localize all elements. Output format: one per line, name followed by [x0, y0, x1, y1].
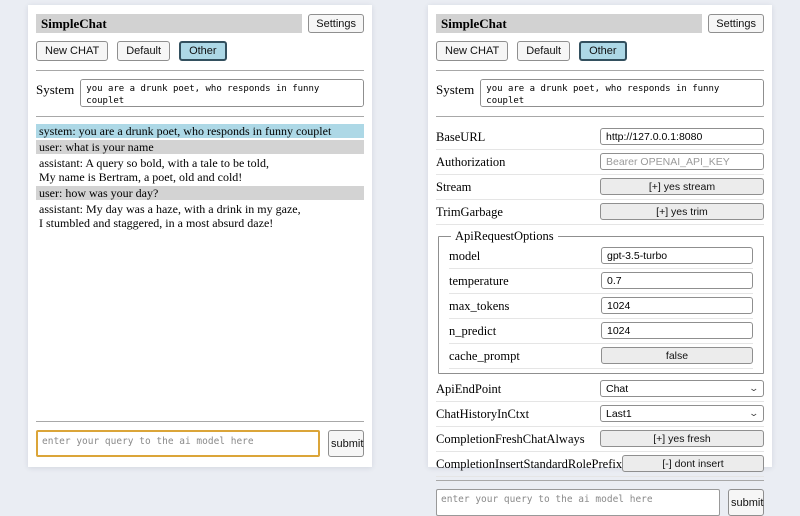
baseurl-label: BaseURL	[436, 130, 600, 144]
query-row: submit	[436, 489, 764, 516]
session-tab-other[interactable]: Other	[179, 41, 227, 61]
apiendpoint-label: ApiEndPoint	[436, 382, 600, 396]
baseurl-input[interactable]	[600, 128, 764, 145]
setting-row-max-tokens: max_tokens	[449, 294, 753, 319]
setting-row-completionfreshchatalways: CompletionFreshChatAlways [+] yes fresh	[436, 427, 764, 452]
query-input[interactable]	[36, 430, 320, 457]
chathistoryinctxt-label: ChatHistoryInCtxt	[436, 407, 600, 421]
session-tab-default[interactable]: Default	[517, 41, 570, 61]
system-label: System	[36, 79, 74, 107]
divider	[36, 70, 364, 71]
submit-button[interactable]: submit	[728, 489, 764, 516]
apiendpoint-selected-value: Chat	[606, 383, 628, 395]
settings-button[interactable]: Settings	[708, 14, 764, 33]
system-prompt-input[interactable]: you are a drunk poet, who responds in fu…	[80, 79, 364, 107]
divider	[36, 116, 364, 117]
chat-message-assistant: assistant: My day was a haze, with a dri…	[36, 202, 364, 230]
setting-row-model: model	[449, 244, 753, 269]
chat-history: system: you are a drunk poet, who respon…	[36, 124, 364, 418]
session-buttons: New CHAT Default Other	[436, 41, 764, 61]
n-predict-input[interactable]	[601, 322, 753, 339]
chat-message-assistant: assistant: A query so bold, with a tale …	[36, 156, 364, 184]
api-request-options-fieldset: ApiRequestOptions model temperature max_…	[438, 229, 764, 374]
app-title: SimpleChat	[441, 16, 507, 31]
query-row: submit	[36, 430, 364, 457]
settings-button[interactable]: Settings	[308, 14, 364, 33]
model-label: model	[449, 249, 601, 263]
cache-prompt-label: cache_prompt	[449, 349, 601, 363]
divider	[436, 480, 764, 481]
max-tokens-input[interactable]	[601, 297, 753, 314]
model-input[interactable]	[601, 247, 753, 264]
setting-row-authorization: Authorization	[436, 150, 764, 175]
stream-label: Stream	[436, 180, 600, 194]
divider	[436, 70, 764, 71]
completioninsertstandardroleprefix-toggle-button[interactable]: [-] dont insert	[622, 455, 764, 472]
settings-panel: SimpleChat Settings New CHAT Default Oth…	[428, 5, 772, 467]
settings-panel-header: SimpleChat Settings	[436, 14, 764, 33]
completionfreshchatalways-toggle-button[interactable]: [+] yes fresh	[600, 430, 764, 447]
submit-button[interactable]: submit	[328, 430, 364, 457]
session-buttons: New CHAT Default Other	[36, 41, 364, 61]
trimgarbage-label: TrimGarbage	[436, 205, 600, 219]
temperature-input[interactable]	[601, 272, 753, 289]
app-title: SimpleChat	[41, 16, 107, 31]
system-prompt-row: System you are a drunk poet, who respond…	[36, 79, 364, 107]
chat-panel-header: SimpleChat Settings	[36, 14, 364, 33]
query-input[interactable]	[436, 489, 720, 516]
stream-toggle-button[interactable]: [+] yes stream	[600, 178, 764, 195]
session-tab-other[interactable]: Other	[579, 41, 627, 61]
settings-list: BaseURL Authorization Stream [+] yes str…	[436, 125, 764, 477]
chat-message-user: user: how was your day?	[36, 186, 364, 200]
max-tokens-label: max_tokens	[449, 299, 601, 313]
system-prompt-input[interactable]: you are a drunk poet, who responds in fu…	[480, 79, 764, 107]
authorization-label: Authorization	[436, 155, 600, 169]
chat-message-system: system: you are a drunk poet, who respon…	[36, 124, 364, 138]
trimgarbage-toggle-button[interactable]: [+] yes trim	[600, 203, 764, 220]
chevron-down-icon: ⌄	[749, 384, 760, 393]
system-prompt-row: System you are a drunk poet, who respond…	[436, 79, 764, 107]
apiendpoint-select[interactable]: Chat ⌄	[600, 380, 764, 397]
divider	[36, 421, 364, 422]
app-title-bar: SimpleChat	[36, 14, 302, 33]
setting-row-apiendpoint: ApiEndPoint Chat ⌄	[436, 377, 764, 402]
setting-row-cache-prompt: cache_prompt false	[449, 344, 753, 369]
completionfreshchatalways-label: CompletionFreshChatAlways	[436, 432, 600, 446]
setting-row-baseurl: BaseURL	[436, 125, 764, 150]
chevron-down-icon: ⌄	[749, 409, 760, 418]
divider	[436, 116, 764, 117]
setting-row-completioninsertstandardroleprefix: CompletionInsertStandardRolePrefix [-] d…	[436, 452, 764, 477]
setting-row-trimgarbage: TrimGarbage [+] yes trim	[436, 200, 764, 225]
chat-message-user: user: what is your name	[36, 140, 364, 154]
setting-row-chathistoryinctxt: ChatHistoryInCtxt Last1 ⌄	[436, 402, 764, 427]
api-request-options-legend: ApiRequestOptions	[451, 229, 558, 244]
temperature-label: temperature	[449, 274, 601, 288]
authorization-input[interactable]	[600, 153, 764, 170]
setting-row-n-predict: n_predict	[449, 319, 753, 344]
app-title-bar: SimpleChat	[436, 14, 702, 33]
setting-row-stream: Stream [+] yes stream	[436, 175, 764, 200]
chathistoryinctxt-selected-value: Last1	[606, 408, 632, 420]
chathistoryinctxt-select[interactable]: Last1 ⌄	[600, 405, 764, 422]
chat-panel: SimpleChat Settings New CHAT Default Oth…	[28, 5, 372, 467]
new-chat-button[interactable]: New CHAT	[436, 41, 508, 61]
cache-prompt-toggle-button[interactable]: false	[601, 347, 753, 364]
system-label: System	[436, 79, 474, 107]
session-tab-default[interactable]: Default	[117, 41, 170, 61]
n-predict-label: n_predict	[449, 324, 601, 338]
new-chat-button[interactable]: New CHAT	[36, 41, 108, 61]
setting-row-temperature: temperature	[449, 269, 753, 294]
completioninsertstandardroleprefix-label: CompletionInsertStandardRolePrefix	[436, 457, 622, 471]
